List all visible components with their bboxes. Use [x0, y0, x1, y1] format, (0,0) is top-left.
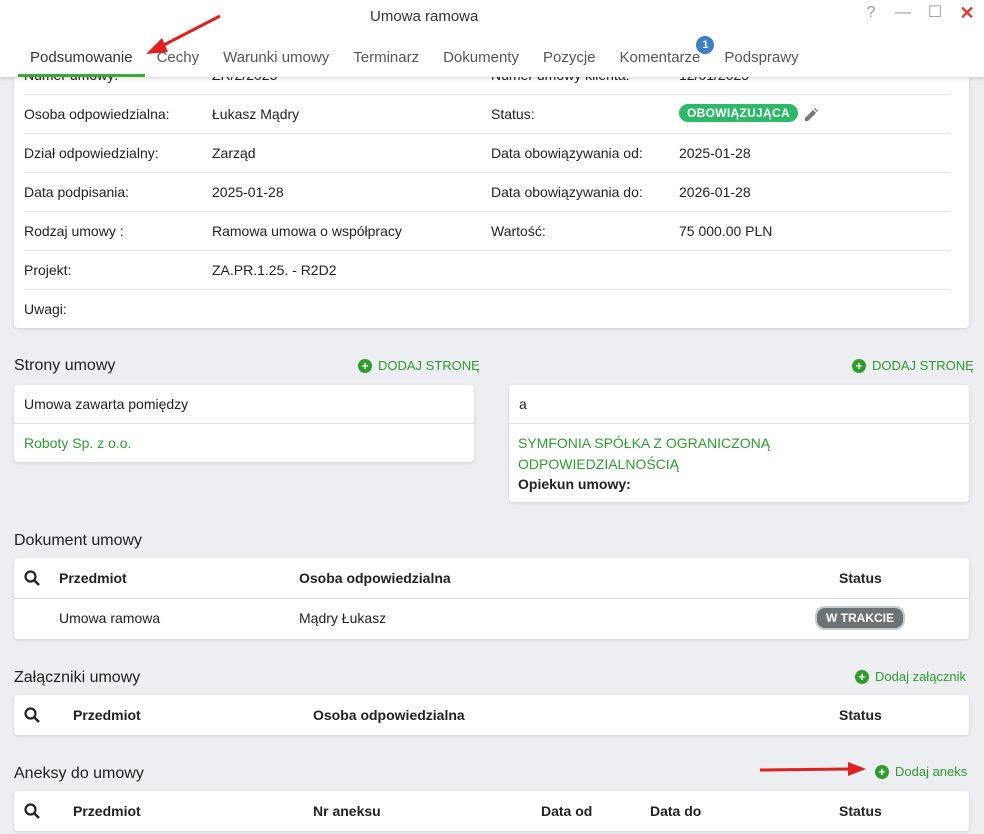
plus-circle-icon: + [875, 764, 889, 779]
col-status-header[interactable]: Status [839, 570, 882, 586]
status-label: Status: [491, 106, 535, 122]
close-icon[interactable]: ✕ [958, 4, 976, 22]
add-party-left-button[interactable]: + DODAJ STRONĘ [358, 358, 480, 373]
document-subject: Umowa ramowa [59, 610, 161, 626]
responsible-person-label: Osoba odpowiedzialna: [24, 106, 170, 122]
guardian-label: Opiekun umowy: [518, 476, 631, 492]
info-row-signed: Data podpisania: 2025-01-28 Data obowiąz… [24, 173, 950, 212]
value-amount: 75 000.00 PLN [679, 223, 773, 239]
party-left-header-text: Umowa zawarta pomiędzy [24, 396, 189, 412]
plus-circle-icon: + [358, 358, 372, 373]
tab-schedule[interactable]: Terminarz [341, 42, 431, 77]
col-date-to-header[interactable]: Data do [650, 803, 701, 819]
project-label: Projekt: [24, 262, 72, 278]
document-person: Mądry Łukasz [299, 610, 387, 626]
search-icon[interactable] [24, 803, 40, 819]
party-right-name-line2: ODPOWIEDZIALNOŚCIĄ [518, 456, 680, 472]
value-label: Wartość: [491, 223, 546, 239]
info-row-type: Rodzaj umowy : Ramowa umowa o współpracy… [24, 212, 950, 251]
department-value: Zarząd [212, 145, 256, 161]
party-card-right: a SYMFONIA SPÓŁKA Z OGRANICZONĄ ODPOWIED… [509, 385, 969, 502]
info-row-person: Osoba odpowiedzialna: Łukasz Mądry Statu… [24, 95, 950, 134]
party-right-name-line1: SYMFONIA SPÓŁKA Z OGRANICZONĄ [518, 435, 771, 451]
contract-type-value: Ramowa umowa o współpracy [212, 223, 402, 239]
annotation-arrow-tabs [146, 14, 221, 54]
valid-to-label: Data obowiązywania do: [491, 184, 643, 200]
party-right-header-text: a [519, 396, 527, 412]
col-annex-number-header[interactable]: Nr aneksu [313, 803, 381, 819]
contract-type-label: Rodzaj umowy : [24, 223, 124, 239]
col-subject-header[interactable]: Przedmiot [59, 570, 127, 586]
col-person-header[interactable]: Osoba odpowiedzialna [299, 570, 451, 586]
plus-circle-icon: + [852, 358, 866, 373]
party-left-header: Umowa zawarta pomiędzy [14, 385, 474, 424]
plus-circle-icon: + [855, 669, 869, 684]
tab-comments-label: Komentarze [619, 49, 701, 66]
edit-pencil-icon[interactable] [803, 107, 819, 123]
minimize-icon[interactable]: — [894, 4, 912, 22]
valid-from-value: 2025-01-28 [679, 145, 751, 161]
party-right-name-link[interactable]: SYMFONIA SPÓŁKA Z OGRANICZONĄ ODPOWIEDZI… [518, 435, 770, 472]
tab-comments[interactable]: Komentarze 1 [608, 36, 715, 77]
tab-items[interactable]: Pozycje [531, 42, 608, 77]
notes-label: Uwagi: [24, 301, 67, 317]
party-right-header: a [509, 385, 969, 424]
status-badge: OBOWIĄZUJĄCA [679, 104, 798, 122]
responsible-person-value: Łukasz Mądry [212, 106, 300, 122]
document-status-badge: W TRAKCIE [815, 606, 905, 630]
parties-section-title: Strony umowy [14, 357, 116, 374]
valid-from-label: Data obowiązywania od: [491, 145, 643, 161]
tab-bar: Podsumowanie Cechy Warunki umowy Termina… [18, 36, 811, 77]
col-status-header[interactable]: Status [839, 707, 882, 723]
tab-summary[interactable]: Podsumowanie [18, 42, 145, 77]
document-section-title: Dokument umowy [14, 532, 143, 549]
valid-to-value: 2026-01-28 [679, 184, 751, 200]
add-attachment-label: Dodaj załącznik [875, 669, 967, 684]
annexes-section-title: Aneksy do umowy [14, 765, 144, 782]
attachments-table: Przedmiot Osoba odpowiedzialna Status [14, 695, 969, 735]
attachments-section-title: Załączniki umowy [14, 669, 141, 686]
add-party-right-button[interactable]: + DODAJ STRONĘ [852, 358, 974, 373]
info-row-department: Dział odpowiedzialny: Zarząd Data obowią… [24, 134, 950, 173]
add-annex-button[interactable]: + Dodaj aneks [875, 764, 967, 779]
window-controls: ? — ☐ ✕ [862, 4, 976, 22]
project-value: ZA.PR.1.25. - R2D2 [212, 262, 337, 278]
add-attachment-button[interactable]: + Dodaj załącznik [855, 669, 966, 684]
info-row-notes: Uwagi: [24, 290, 950, 328]
annotation-arrow-annex [759, 762, 866, 776]
col-subject-header[interactable]: Przedmiot [73, 707, 141, 723]
col-person-header[interactable]: Osoba odpowiedzialna [313, 707, 465, 723]
col-status-header[interactable]: Status [839, 803, 882, 819]
party-left-name-link[interactable]: Roboty Sp. z o.o. [24, 435, 131, 451]
col-date-from-header[interactable]: Data od [541, 803, 592, 819]
department-label: Dział odpowiedzialny: [24, 145, 159, 161]
help-icon[interactable]: ? [862, 4, 880, 22]
document-table: Przedmiot Osoba odpowiedzialna Status Um… [14, 558, 969, 639]
signed-date-value: 2025-01-28 [212, 184, 284, 200]
annexes-table: Przedmiot Nr aneksu Data od Data do Stat… [14, 791, 969, 831]
table-row[interactable]: Umowa ramowa Mądry Łukasz W TRAKCIE [14, 599, 969, 639]
col-subject-header[interactable]: Przedmiot [73, 803, 141, 819]
info-row-project: Projekt: ZA.PR.1.25. - R2D2 [24, 251, 950, 290]
search-icon[interactable] [24, 570, 40, 586]
party-card-left: Umowa zawarta pomiędzy Roboty Sp. z o.o. [14, 385, 474, 462]
contract-info-card: Numer umowy: ZR/2/2025 Numer umowy klien… [14, 56, 969, 328]
tab-documents[interactable]: Dokumenty [431, 42, 531, 77]
document-table-header: Przedmiot Osoba odpowiedzialna Status [14, 558, 969, 599]
tab-contract-terms[interactable]: Warunki umowy [211, 42, 341, 77]
add-party-left-label: DODAJ STRONĘ [378, 358, 480, 373]
signed-date-label: Data podpisania: [24, 184, 130, 200]
window-title: Umowa ramowa [370, 8, 479, 25]
search-icon[interactable] [24, 707, 40, 723]
add-annex-label: Dodaj aneks [895, 764, 968, 779]
add-party-right-label: DODAJ STRONĘ [872, 358, 974, 373]
tab-subcases[interactable]: Podsprawy [712, 42, 810, 77]
maximize-icon[interactable]: ☐ [926, 4, 944, 22]
